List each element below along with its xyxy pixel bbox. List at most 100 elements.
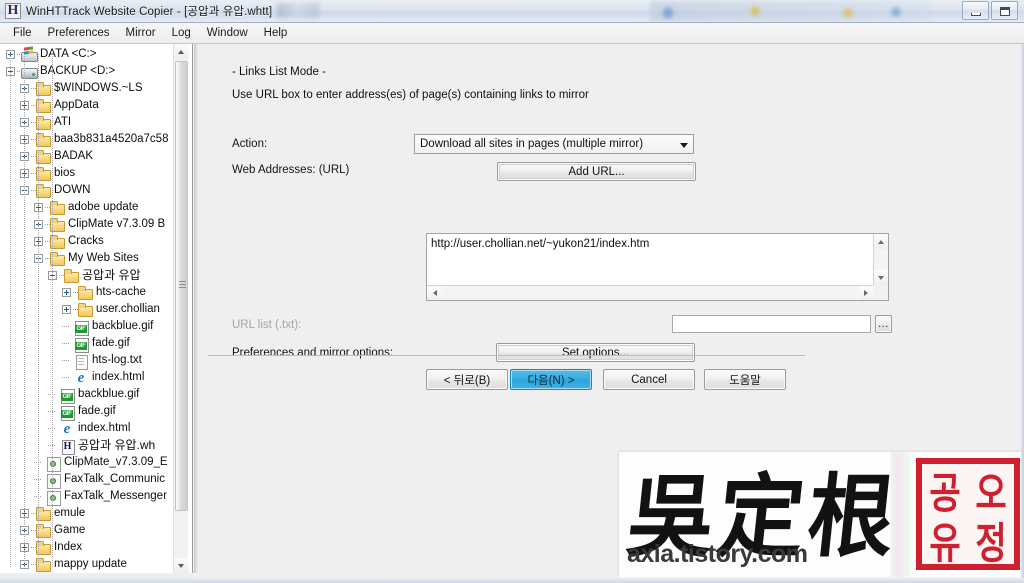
tree-item[interactable]: emule xyxy=(0,505,175,522)
maximize-icon xyxy=(1000,7,1010,16)
set-options-button[interactable]: Set options... xyxy=(496,343,695,362)
action-select[interactable]: Download all sites in pages (multiple mi… xyxy=(414,134,694,154)
maximize-button[interactable] xyxy=(991,1,1018,20)
tree-item[interactable]: DOWN xyxy=(0,182,175,199)
seal-char-4: 정 xyxy=(975,519,1007,568)
tree-item[interactable]: fade.gif xyxy=(0,335,175,353)
tree-vertical-scrollbar[interactable] xyxy=(173,44,189,573)
menu-help[interactable]: Help xyxy=(256,25,296,42)
tree-item[interactable]: Game xyxy=(0,522,175,539)
menu-log[interactable]: Log xyxy=(164,25,199,42)
tree-item-label: ClipMate v7.3.09 B xyxy=(68,218,166,230)
tree-item[interactable]: FaxTalk_Messenger xyxy=(0,488,175,506)
expand-node-icon[interactable] xyxy=(62,305,71,314)
menu-preferences[interactable]: Preferences xyxy=(40,25,118,42)
tree-item[interactable]: Cracks xyxy=(0,233,175,250)
minimize-button[interactable] xyxy=(962,1,989,20)
menubar: File Preferences Mirror Log Window Help xyxy=(0,23,1024,44)
htt-document-icon xyxy=(5,2,21,19)
scroll-left-arrow-icon[interactable] xyxy=(427,286,442,300)
url-list-input[interactable] xyxy=(672,315,871,333)
help-button[interactable]: 도움말 xyxy=(704,369,786,390)
scrollbar-thumb[interactable] xyxy=(175,61,188,511)
scroll-right-arrow-icon[interactable] xyxy=(859,286,874,300)
titlebar-blurred-region xyxy=(277,3,319,18)
scroll-up-arrow-icon[interactable] xyxy=(174,44,189,59)
scroll-down-arrow-icon[interactable] xyxy=(874,270,888,285)
tree-item-label: mappy update xyxy=(54,558,127,570)
folder-icon xyxy=(77,285,93,301)
tree-item[interactable]: 공압과 유압.wh xyxy=(0,437,175,455)
back-button[interactable]: < 뒤로(B) xyxy=(426,369,508,390)
tree-item[interactable]: AppData xyxy=(0,97,175,114)
tree-item[interactable]: backblue.gif xyxy=(0,386,175,404)
tree-item-label: bios xyxy=(54,167,76,179)
tree-item-label: Game xyxy=(54,524,86,536)
tree-item[interactable]: hts-cache xyxy=(0,284,175,301)
url-textarea-value: http://user.chollian.net/~yukon21/index.… xyxy=(431,238,650,250)
exe-file-icon xyxy=(45,472,61,489)
tree-item-label: fade.gif xyxy=(92,337,130,349)
tree-item-label: 공압과 유압 xyxy=(82,268,141,282)
tree-item-label: My Web Sites xyxy=(68,252,139,264)
tree-item[interactable]: baa3b831a4520a7c58 xyxy=(0,131,175,148)
minimize-icon xyxy=(971,13,981,16)
tree-item[interactable]: adobe update xyxy=(0,199,175,216)
tree-item-label: BADAK xyxy=(54,150,93,162)
tree-item[interactable]: backblue.gif xyxy=(0,318,175,336)
tree-item-label: hts-log.txt xyxy=(92,354,142,366)
tree-item-label: $WINDOWS.~LS xyxy=(54,82,143,94)
tree-item[interactable]: FaxTalk_Communic xyxy=(0,471,175,489)
tree-item[interactable]: DATA <C:> xyxy=(0,46,175,63)
url-textarea-vertical-scrollbar[interactable] xyxy=(873,234,888,285)
url-textarea-horizontal-scrollbar[interactable] xyxy=(427,285,888,300)
tree-item[interactable]: ATI xyxy=(0,114,175,131)
folder-tree: DATA <C:> BACKUP <D:> $WINDOWS.~LS AppData A… xyxy=(0,46,175,573)
tree-item[interactable]: $WINDOWS.~LS xyxy=(0,80,175,97)
tree-item[interactable]: bios xyxy=(0,165,175,182)
scroll-up-arrow-icon[interactable] xyxy=(874,234,888,249)
next-button[interactable]: 다음(N) > xyxy=(510,369,592,390)
action-label: Action: xyxy=(232,138,268,150)
tree-item[interactable]: Index xyxy=(0,539,175,556)
tree-guide-line xyxy=(38,54,39,567)
tree-item[interactable]: 공압과 유압 xyxy=(0,267,175,284)
titlebar-blurred-taskbar-strip xyxy=(650,1,930,22)
tree-item[interactable]: BADAK xyxy=(0,148,175,165)
tree-item-label: index.html xyxy=(92,371,145,383)
browse-url-list-button[interactable]: ... xyxy=(875,315,892,333)
gif-file-icon xyxy=(59,387,75,404)
tree-item[interactable]: ClipMate_v7.3.09_E xyxy=(0,454,175,472)
tree-item[interactable]: user.chollian xyxy=(0,301,175,318)
tree-item[interactable]: index.html xyxy=(0,420,175,437)
tree-item[interactable]: hts-log.txt xyxy=(0,352,175,370)
cancel-button[interactable]: Cancel xyxy=(603,369,695,390)
tree-item-label: adobe update xyxy=(68,201,139,213)
tree-item[interactable]: My Web Sites xyxy=(0,250,175,267)
tree-item-label: fade.gif xyxy=(78,405,116,417)
menu-window[interactable]: Window xyxy=(199,25,256,42)
tree-guide-line xyxy=(10,54,11,567)
tree-item[interactable]: mappy update xyxy=(0,556,175,573)
scroll-down-arrow-icon[interactable] xyxy=(174,558,189,573)
tree-item-label: FaxTalk_Messenger xyxy=(64,490,167,502)
mode-subtext: Use URL box to enter address(es) of page… xyxy=(232,89,589,101)
expand-node-icon[interactable] xyxy=(62,288,71,297)
tree-item[interactable]: index.html xyxy=(0,369,175,386)
watermark-url: axia.tistory.com xyxy=(627,540,808,568)
menu-file[interactable]: File xyxy=(5,25,40,42)
gif-file-icon xyxy=(73,336,89,353)
tree-item-label: emule xyxy=(54,507,86,519)
tree-item[interactable]: ClipMate v7.3.09 B xyxy=(0,216,175,233)
tree-item[interactable]: fade.gif xyxy=(0,403,175,421)
menu-mirror[interactable]: Mirror xyxy=(118,25,164,42)
tree-connector-icon xyxy=(62,318,70,335)
folder-icon xyxy=(77,302,93,318)
exe-file-icon xyxy=(45,489,61,506)
tree-item[interactable]: BACKUP <D:> xyxy=(0,63,175,80)
chevron-down-icon xyxy=(680,143,688,148)
folder-tree-pane[interactable]: DATA <C:> BACKUP <D:> $WINDOWS.~LS AppData A… xyxy=(0,44,193,573)
url-textarea[interactable]: http://user.chollian.net/~yukon21/index.… xyxy=(426,233,889,301)
divider xyxy=(208,355,805,356)
add-url-button[interactable]: Add URL... xyxy=(497,162,696,181)
